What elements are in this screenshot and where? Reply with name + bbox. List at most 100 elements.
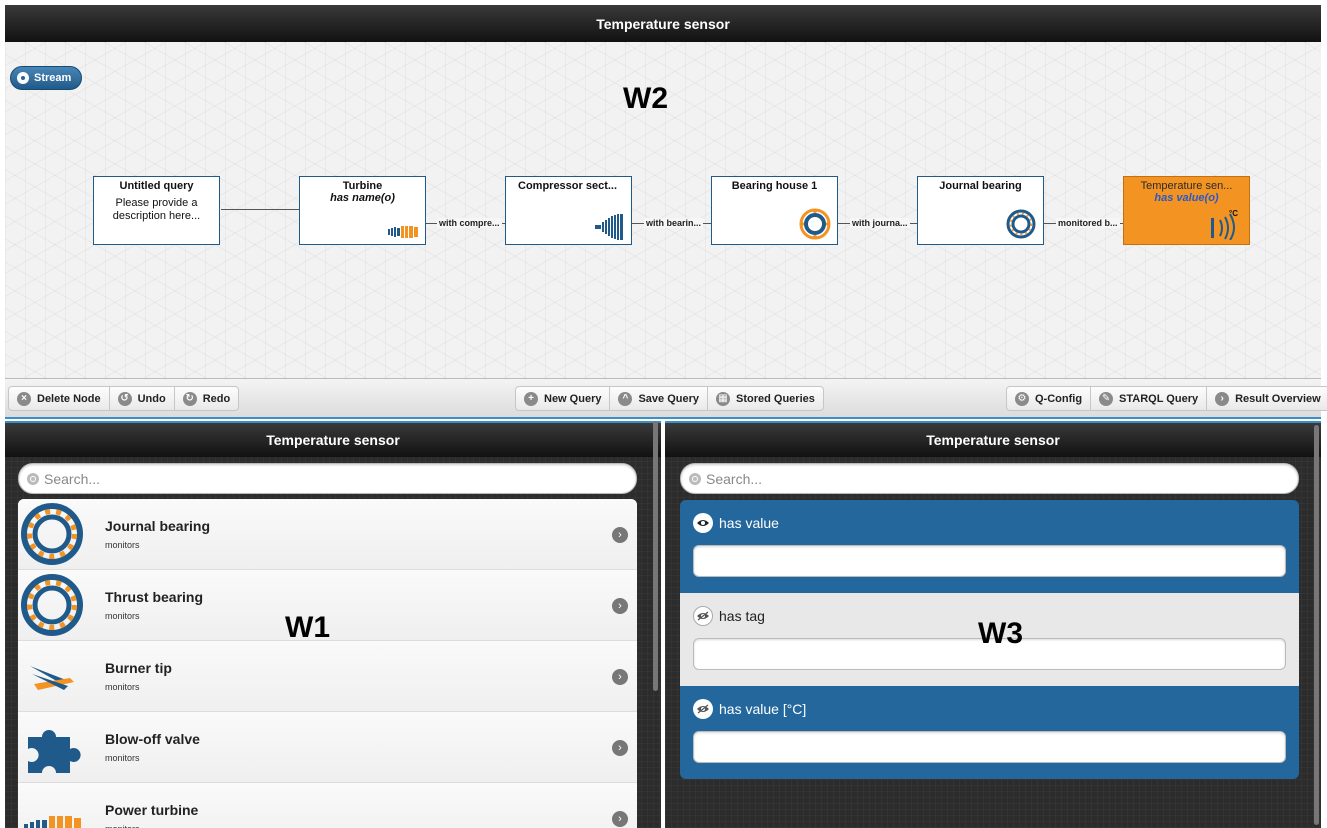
edge-line [221, 209, 299, 210]
node-title: Turbine [342, 180, 383, 192]
delete-node-button[interactable]: × Delete Node [9, 387, 110, 410]
chevron-right-icon[interactable]: › [612, 598, 628, 614]
list-item[interactable]: Burner tip monitors › [18, 641, 637, 712]
query-node-untitled[interactable]: Untitled query Please provide a descript… [93, 176, 220, 245]
grid-icon: ▦ [716, 391, 731, 406]
list-item[interactable]: Power turbine monitors › [18, 783, 637, 828]
list-item-label: Blow-off valve [105, 731, 200, 747]
query-node-temperature-sensor[interactable]: Temperature sen... has value(o) °C [1123, 176, 1250, 245]
panel-title: Temperature sensor [926, 432, 1060, 448]
save-query-button[interactable]: ^ Save Query [610, 387, 709, 410]
burner-tip-icon [30, 666, 74, 690]
svg-text:°C: °C [1229, 209, 1238, 218]
bearing-icon [1006, 209, 1036, 239]
config-button-group: ⚙ Q-Config ✎ STARQL Query › Result Overv… [1006, 386, 1327, 411]
undo-label: Undo [137, 392, 166, 405]
list-item-sublabel: monitors [105, 611, 140, 621]
list-item[interactable]: Blow-off valve monitors › [18, 712, 637, 783]
stored-queries-button[interactable]: ▦ Stored Queries [708, 387, 823, 410]
chevron-right-icon[interactable]: › [612, 811, 628, 827]
property-has-value-celsius: has value [°C] [680, 686, 1299, 779]
starql-query-label: STARQL Query [1119, 392, 1199, 405]
bearing-icon [21, 503, 83, 565]
property-label: has value [°C] [719, 701, 807, 717]
q-config-label: Q-Config [1035, 392, 1083, 405]
property-search-input[interactable]: Search... [680, 463, 1299, 494]
node-title: Journal bearing [939, 180, 1022, 192]
list-item-label: Power turbine [105, 802, 199, 818]
edge-label[interactable]: with bearin... [644, 218, 704, 228]
puzzle-icon [28, 730, 81, 773]
undo-button[interactable]: ↺ Undo [110, 387, 175, 410]
query-node-journal-bearing[interactable]: Journal bearing [917, 176, 1044, 245]
query-node-compressor[interactable]: Compressor sect... [505, 176, 632, 245]
list-item-sublabel: monitors [105, 824, 140, 828]
new-query-label: New Query [544, 392, 602, 405]
eye-icon[interactable] [693, 513, 713, 533]
main-toolbar: × Delete Node ↺ Undo ↻ Redo + New Query … [5, 378, 1327, 419]
new-query-button[interactable]: + New Query [516, 387, 611, 410]
list-item-label: Journal bearing [105, 518, 211, 534]
node-title: Temperature sen... [1140, 180, 1233, 192]
w3-label: W3 [978, 617, 1023, 650]
has-value-field[interactable] [693, 545, 1286, 577]
result-overview-label: Result Overview [1235, 392, 1321, 405]
eye-off-icon[interactable] [693, 699, 713, 719]
edit-button-group: × Delete Node ↺ Undo ↻ Redo [8, 386, 240, 411]
undo-icon: ↺ [117, 391, 132, 406]
panel-header: Temperature sensor [5, 421, 661, 457]
window-title: Temperature sensor [596, 15, 730, 32]
property-label: has tag [719, 608, 765, 624]
property-has-value: has value [680, 500, 1299, 593]
concept-list: Journal bearing monitors › Thrust bearin… [18, 499, 637, 828]
property-label: has value [719, 515, 779, 531]
query-node-bearing-house[interactable]: Bearing house 1 [711, 176, 838, 245]
property-panel: Temperature sensor Search... has value h… [665, 421, 1321, 828]
node-title: Bearing house 1 [731, 180, 818, 192]
node-title: Untitled query [119, 180, 194, 192]
node-attribute: has value(o) [1154, 192, 1219, 204]
stored-queries-label: Stored Queries [736, 392, 815, 405]
edge-label[interactable]: with compre... [437, 218, 502, 228]
list-item-sublabel: monitors [105, 540, 140, 550]
result-overview-button[interactable]: › Result Overview [1207, 387, 1327, 410]
edge-label[interactable]: monitored b... [1056, 218, 1120, 228]
eye-off-icon[interactable] [693, 606, 713, 626]
temperature-sensor-icon: °C [1211, 209, 1238, 240]
chevron-up-icon: ^ [618, 391, 633, 406]
close-icon: × [17, 391, 31, 406]
chevron-right-icon[interactable]: › [612, 527, 628, 543]
bearing-icon [799, 208, 831, 240]
has-value-celsius-field[interactable] [693, 731, 1286, 763]
concept-search-input[interactable]: Search... [18, 463, 637, 494]
redo-icon: ↻ [182, 391, 197, 406]
stream-button-label: Stream [34, 72, 72, 84]
q-config-button[interactable]: ⚙ Q-Config [1007, 387, 1092, 410]
query-canvas[interactable]: Stream W2 with compre... with bearin... … [5, 42, 1321, 378]
redo-label: Redo [202, 392, 231, 405]
panel-header: Temperature sensor [665, 421, 1321, 457]
gear-icon [17, 72, 29, 84]
redo-button[interactable]: ↻ Redo [175, 387, 239, 410]
node-title: Compressor sect... [518, 180, 618, 192]
starql-query-button[interactable]: ✎ STARQL Query [1091, 387, 1208, 410]
compressor-icon [595, 214, 623, 240]
scrollbar[interactable] [1314, 425, 1319, 825]
stream-button[interactable]: Stream [10, 66, 83, 90]
pencil-icon: ✎ [1099, 391, 1114, 406]
chevron-right-icon[interactable]: › [612, 740, 628, 756]
list-item[interactable]: Journal bearing monitors › [18, 499, 637, 570]
search-placeholder: Search... [706, 470, 763, 487]
node-attribute: has name(o) [330, 192, 395, 204]
list-item-label: Thrust bearing [105, 589, 204, 605]
query-node-turbine[interactable]: Turbine has name(o) [299, 176, 426, 245]
list-item-sublabel: monitors [105, 682, 140, 692]
concept-list-panel: Temperature sensor Search... Journal bea… [5, 421, 661, 828]
chevron-right-icon[interactable]: › [612, 669, 628, 685]
search-placeholder: Search... [44, 470, 101, 487]
panel-title: Temperature sensor [266, 432, 400, 448]
turbine-icon [388, 226, 418, 238]
edge-label[interactable]: with journa... [850, 218, 910, 228]
scrollbar[interactable] [653, 421, 658, 691]
w1-label: W1 [285, 611, 330, 644]
